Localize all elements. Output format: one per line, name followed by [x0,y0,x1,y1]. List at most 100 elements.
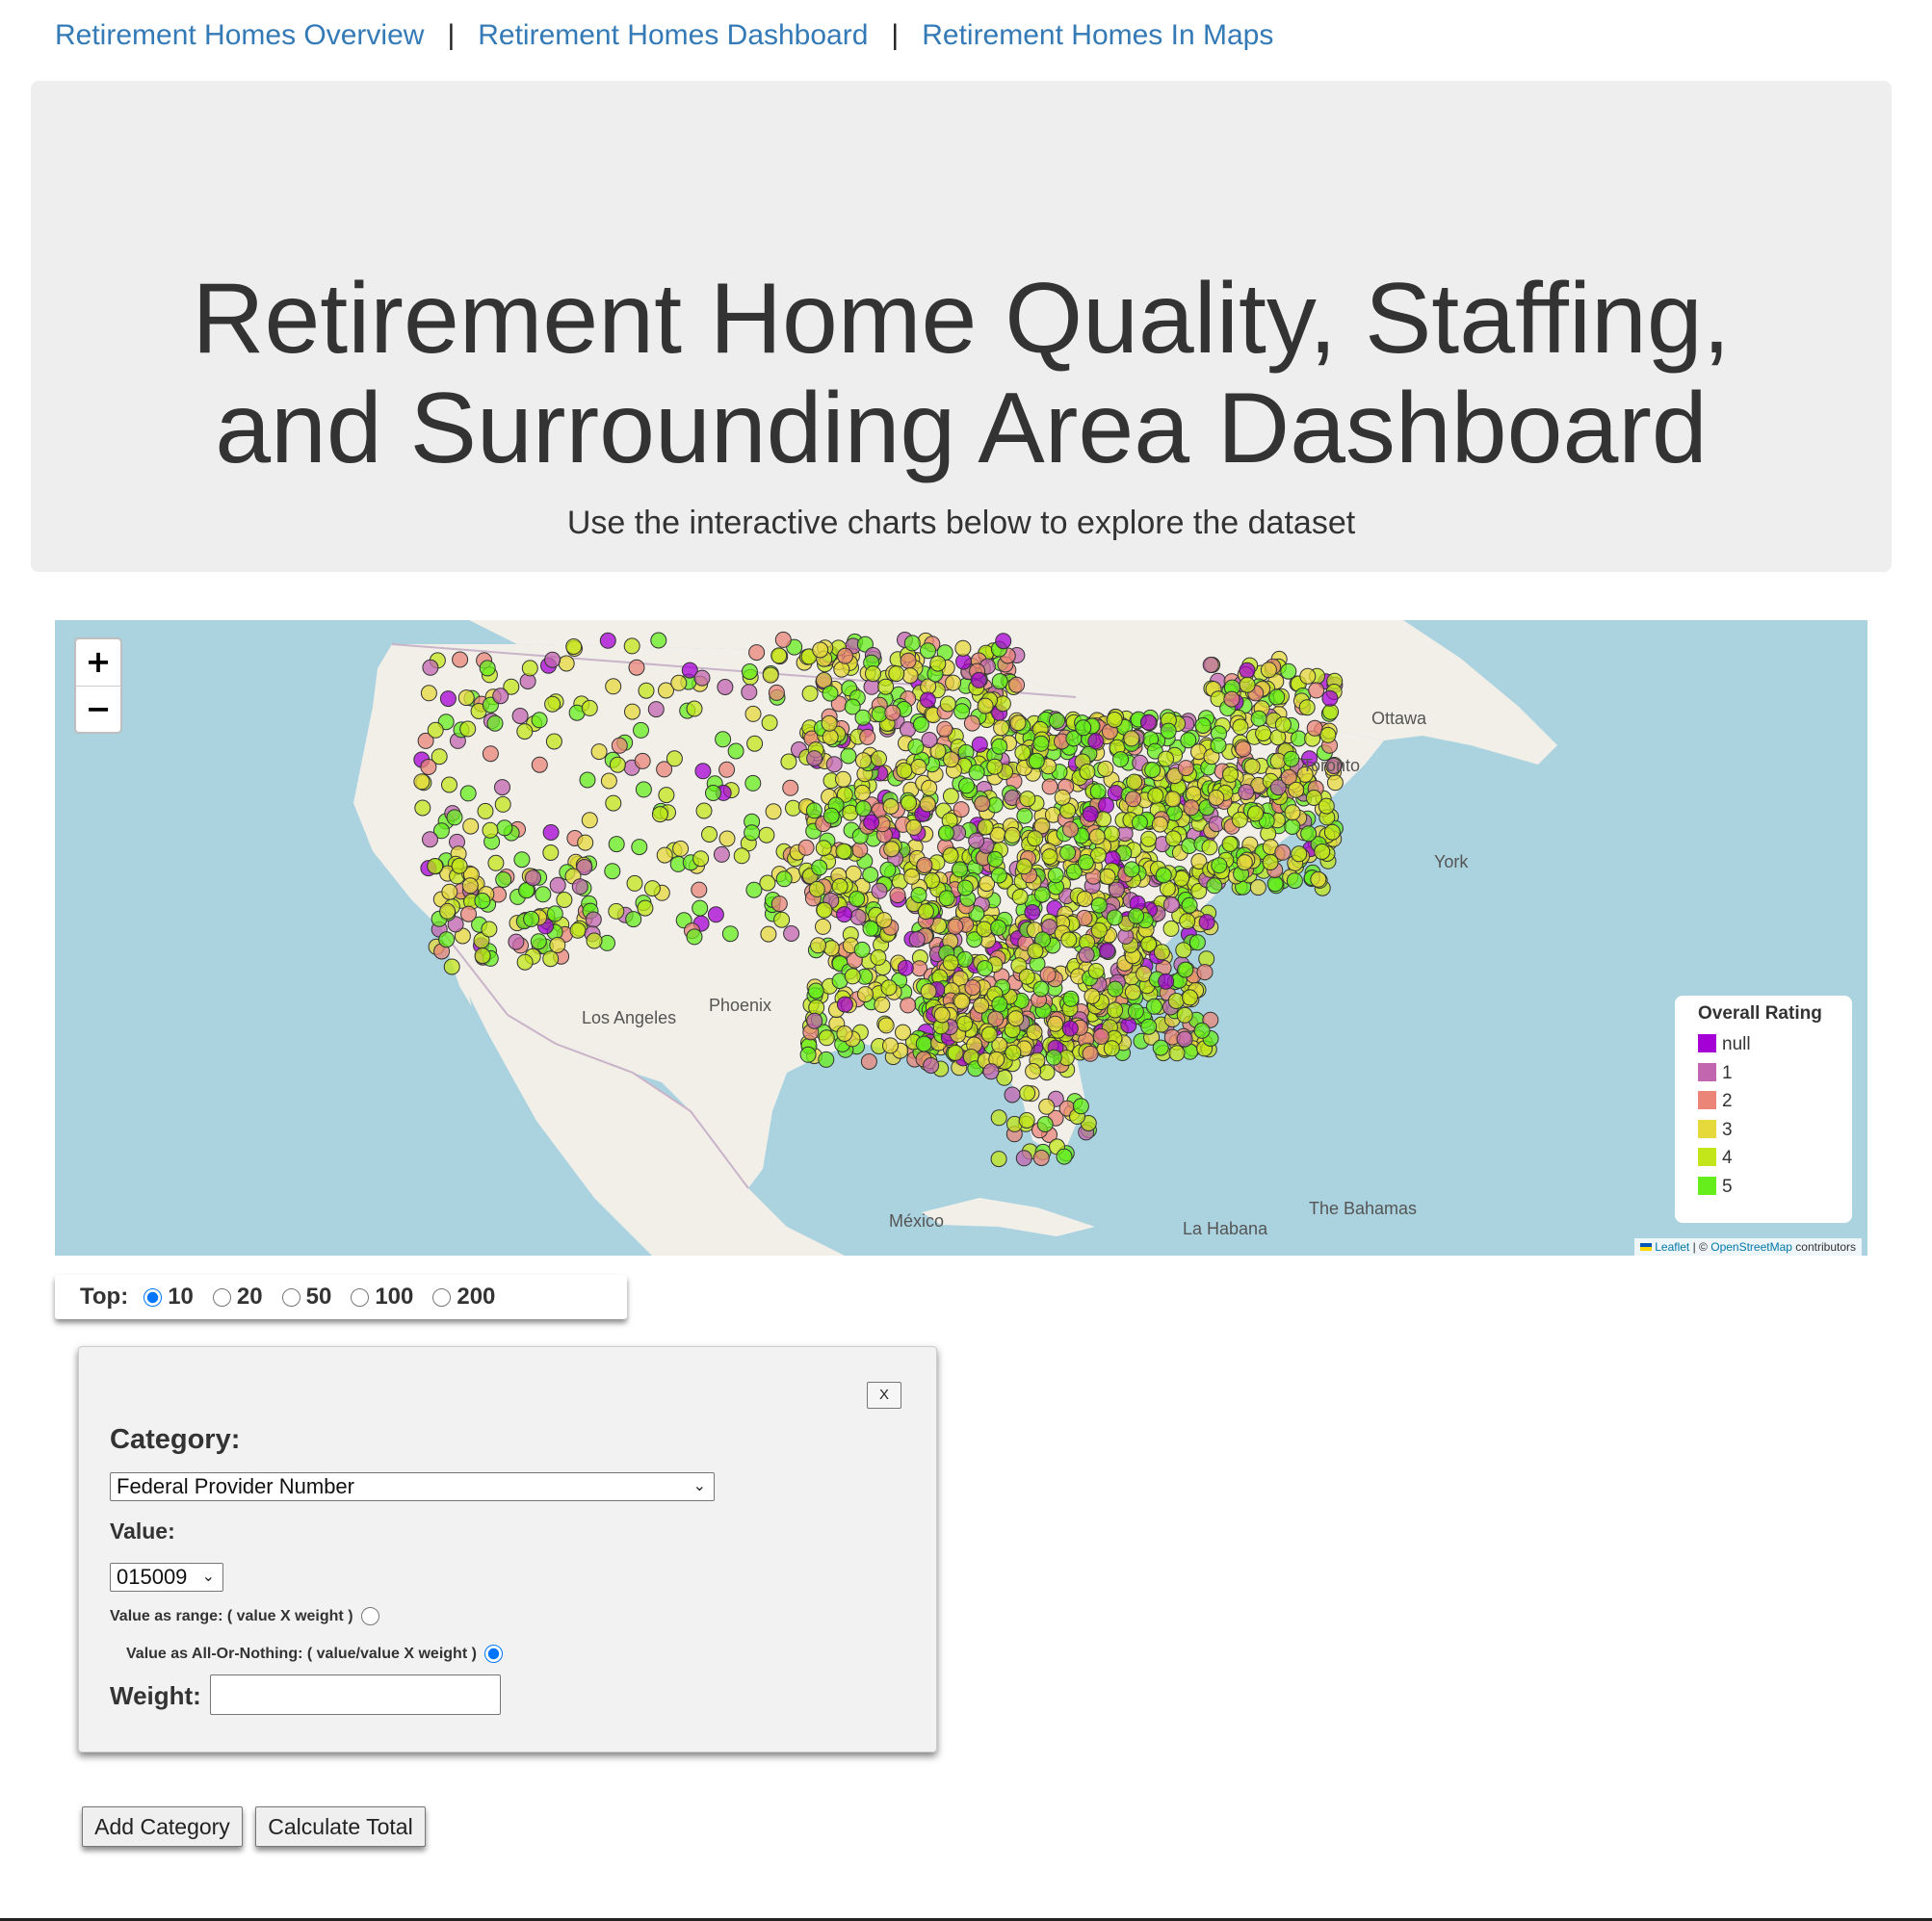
facility-marker[interactable] [920,642,936,660]
facility-marker[interactable] [1032,980,1050,998]
top-option-10[interactable]: 10 [144,1284,194,1311]
facility-marker[interactable] [1024,904,1041,921]
nav-link-dashboard[interactable]: Retirement Homes Dashboard [478,19,868,51]
facility-marker[interactable] [651,806,668,823]
facility-marker[interactable] [1194,717,1212,734]
facility-marker[interactable] [1239,676,1256,693]
facility-marker[interactable] [1103,1040,1120,1057]
facility-marker[interactable] [487,854,505,871]
facility-marker[interactable] [1321,689,1339,707]
facility-marker[interactable] [990,867,1007,884]
facility-marker[interactable] [604,863,621,880]
facility-marker[interactable] [1041,778,1058,795]
facility-marker[interactable] [625,911,642,928]
facility-marker[interactable] [1314,844,1331,860]
top-radio-100[interactable] [351,1287,370,1307]
facility-marker[interactable] [815,840,832,857]
facility-marker[interactable] [1125,791,1141,808]
facility-marker[interactable] [1107,980,1124,998]
facility-marker[interactable] [1047,1015,1064,1032]
facility-marker[interactable] [818,1029,835,1047]
facility-marker[interactable] [1106,712,1123,728]
facility-marker[interactable] [1007,1010,1025,1027]
facility-marker[interactable] [947,1044,964,1061]
facility-marker[interactable] [759,874,776,892]
facility-marker[interactable] [1038,1064,1056,1081]
facility-marker[interactable] [1140,1018,1158,1035]
facility-marker[interactable] [608,902,625,920]
facility-marker[interactable] [523,910,540,927]
facility-marker[interactable] [1162,896,1180,913]
facility-marker[interactable] [633,721,649,739]
facility-marker[interactable] [650,632,667,649]
facility-marker[interactable] [1036,1116,1054,1132]
facility-marker[interactable] [492,688,509,705]
facility-marker[interactable] [929,655,947,672]
facility-marker[interactable] [1123,730,1140,747]
facility-marker[interactable] [1039,966,1057,983]
facility-marker[interactable] [874,997,891,1013]
facility-marker[interactable] [1176,1006,1193,1024]
facility-marker[interactable] [956,1015,974,1032]
facility-marker[interactable] [1078,947,1095,963]
facility-marker[interactable] [715,731,732,748]
facility-marker[interactable] [1274,844,1292,861]
facility-marker[interactable] [1180,732,1197,749]
facility-marker[interactable] [549,937,566,953]
aon-radio[interactable] [483,1645,503,1663]
facility-marker[interactable] [1099,868,1116,885]
facility-marker[interactable] [1179,913,1196,930]
facility-marker[interactable] [1008,676,1026,693]
facility-marker[interactable] [1088,828,1106,845]
facility-marker[interactable] [695,802,713,819]
facility-marker[interactable] [907,739,925,755]
facility-marker[interactable] [812,641,829,659]
facility-marker[interactable] [801,685,819,702]
facility-marker[interactable] [599,632,616,649]
facility-marker[interactable] [919,795,936,813]
facility-marker[interactable] [855,752,872,769]
facility-marker[interactable] [1243,758,1261,775]
facility-marker[interactable] [879,861,897,878]
facility-marker[interactable] [1158,750,1174,767]
facility-marker[interactable] [1175,942,1192,959]
facility-marker[interactable] [1162,920,1180,937]
facility-marker[interactable] [544,695,561,713]
facility-marker[interactable] [746,735,764,752]
facility-marker[interactable] [917,903,934,921]
facility-marker[interactable] [1126,773,1143,791]
facility-marker[interactable] [439,902,457,920]
facility-marker[interactable] [451,857,468,874]
facility-marker[interactable] [862,867,879,883]
facility-marker[interactable] [895,1024,911,1041]
facility-marker[interactable] [1236,854,1253,871]
facility-marker[interactable] [993,719,1010,737]
facility-marker[interactable] [770,647,788,664]
facility-marker[interactable] [761,714,778,732]
facility-marker[interactable] [1221,835,1239,852]
facility-marker[interactable] [953,993,971,1010]
facility-marker[interactable] [1300,825,1318,843]
facility-marker[interactable] [882,798,900,815]
facility-marker[interactable] [692,850,710,868]
facility-marker[interactable] [915,1035,932,1052]
facility-marker[interactable] [956,879,974,896]
facility-marker[interactable] [977,960,993,977]
facility-marker[interactable] [762,666,779,684]
facility-marker[interactable] [942,954,959,972]
facility-marker[interactable] [1072,1098,1089,1115]
facility-marker[interactable] [900,652,917,669]
facility-marker[interactable] [877,678,895,695]
facility-marker[interactable] [571,878,588,896]
facility-marker[interactable] [1177,760,1194,777]
facility-marker[interactable] [718,830,736,847]
facility-marker[interactable] [1062,990,1080,1007]
facility-marker[interactable] [414,799,431,817]
facility-marker[interactable] [1059,844,1077,861]
facility-marker[interactable] [511,708,529,724]
facility-marker[interactable] [977,818,994,836]
facility-marker[interactable] [482,821,499,839]
zoom-in-button[interactable]: + [76,639,120,686]
facility-marker[interactable] [692,899,709,917]
facility-marker[interactable] [460,905,477,922]
